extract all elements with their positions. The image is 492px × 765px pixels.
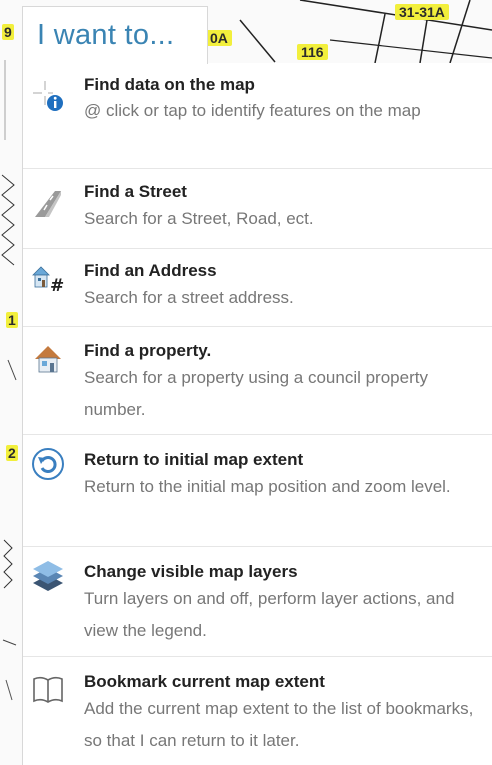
house-icon (35, 346, 61, 373)
map-label: 116 (297, 44, 328, 60)
menu-item-title: Find a Street (84, 182, 187, 201)
i-want-to-dropdown[interactable]: I want to... (22, 6, 208, 64)
menu-item-title: Find data on the map (84, 75, 255, 94)
address-icon: # (32, 266, 64, 295)
menu-item-title: Bookmark current map extent (84, 672, 325, 691)
road-icon (35, 191, 61, 217)
menu-item-find-address[interactable]: # Find an Address Search for a street ad… (23, 249, 492, 327)
i-want-to-menu: Find data on the map @ click or tap to i… (22, 63, 492, 765)
menu-item-description: Search for a street address. (84, 288, 294, 307)
menu-item-find-property[interactable]: Find a property. Search for a property u… (23, 327, 492, 435)
menu-item-description: Add the current map extent to the list o… (84, 699, 474, 750)
menu-item-description: Search for a Street, Road, ect. (84, 209, 314, 228)
menu-item-find-data[interactable]: Find data on the map @ click or tap to i… (23, 63, 492, 169)
menu-item-change-layers[interactable]: Change visible map layers Turn layers on… (23, 547, 492, 657)
menu-item-return-initial-extent[interactable]: Return to initial map extent Return to t… (23, 435, 492, 547)
identify-icon (33, 81, 63, 111)
menu-item-description: Turn layers on and off, perform layer ac… (84, 589, 455, 640)
menu-item-bookmark-extent[interactable]: Bookmark current map extent Add the curr… (23, 657, 492, 765)
bookmark-icon (33, 676, 63, 703)
dropdown-label: I want to... (37, 19, 175, 51)
menu-item-find-street[interactable]: Find a Street Search for a Street, Road,… (23, 169, 492, 249)
menu-item-title: Return to initial map extent (84, 450, 304, 469)
map-label: 1 (6, 312, 18, 328)
svg-text:#: # (50, 276, 64, 295)
reset-icon (32, 448, 64, 480)
map-label: 0A (206, 30, 232, 46)
map-label: 31-31A (395, 4, 449, 20)
menu-item-title: Change visible map layers (84, 562, 298, 581)
menu-item-title: Find an Address (84, 261, 217, 280)
menu-item-description: @ click or tap to identify features on t… (84, 101, 421, 120)
menu-item-description: Search for a property using a council pr… (84, 368, 428, 419)
map-label: 9 (2, 24, 14, 40)
menu-item-description: Return to the initial map position and z… (84, 477, 451, 496)
menu-item-title: Find a property. (84, 341, 212, 360)
layers-icon (33, 561, 63, 591)
map-label: 2 (6, 445, 18, 461)
